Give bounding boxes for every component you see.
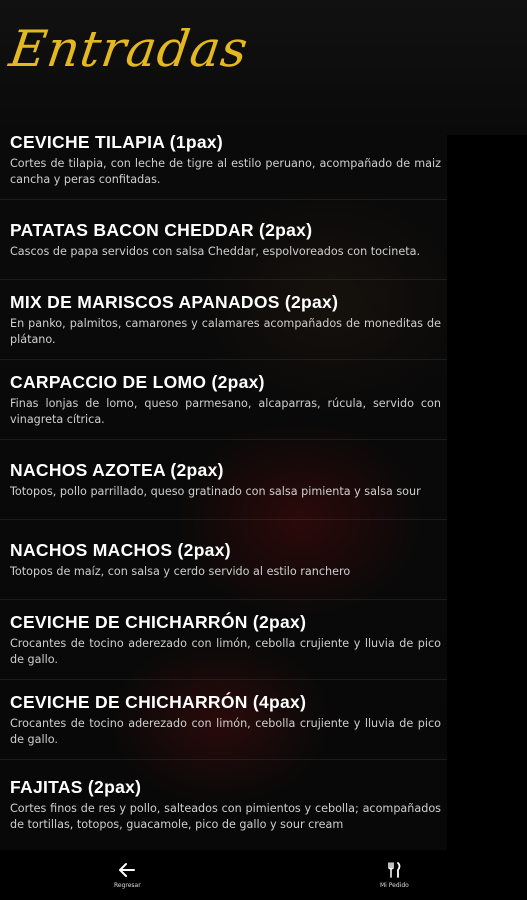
menu-item-description: Totopos, pollo parrillado, queso gratina… [10,484,421,498]
menu-item[interactable]: PATATAS BACON CHEDDAR (2pax) Cascos de p… [0,200,447,280]
menu-item[interactable]: NACHOS MACHOS (2pax) Totopos de maíz, co… [0,520,447,600]
menu-item[interactable]: CEVICHE DE CHICHARRÓN (2pax) Crocantes d… [0,600,447,680]
menu-list: CEVICHE TILAPIA (1pax) Cortes de tilapia… [0,120,447,850]
page-title: Entradas [5,20,253,78]
menu-item-description: Totopos de maíz, con salsa y cerdo servi… [10,564,351,578]
back-button-label: Regresar [114,882,141,889]
menu-item[interactable]: NACHOS AZOTEA (2pax) Totopos, pollo parr… [0,440,447,520]
menu-item[interactable]: MIX DE MARISCOS APANADOS (2pax) En panko… [0,280,447,360]
menu-item-name: CARPACCIO DE LOMO (2pax) [10,371,265,392]
menu-item-description: Cascos de papa servidos con salsa Chedda… [10,244,421,258]
menu-item-name: PATATAS BACON CHEDDAR (2pax) [10,219,313,240]
menu-item-description: En panko, palmitos, camarones y calamare… [10,316,441,346]
menu-item[interactable]: CARPACCIO DE LOMO (2pax) Finas lonjas de… [0,360,447,440]
menu-item[interactable]: CEVICHE TILAPIA (1pax) Cortes de tilapia… [0,120,447,200]
menu-item-name: CEVICHE DE CHICHARRÓN (4pax) [10,691,307,712]
menu-item-description: Cortes de tilapia, con leche de tigre al… [10,156,441,186]
arrow-left-icon [119,863,136,877]
menu-item-description: Cortes finos de res y pollo, salteados c… [10,802,441,831]
fork-knife-icon [388,862,401,878]
bottom-navigation: Regresar Mi Pedido [0,850,527,900]
menu-item-description: Crocantes de tocino aderezado con limón,… [10,636,441,666]
menu-item-name: MIX DE MARISCOS APANADOS (2pax) [10,291,339,312]
back-button[interactable]: Regresar [114,862,141,889]
my-order-button[interactable]: Mi Pedido [380,862,409,889]
menu-item-name: CEVICHE TILAPIA (1pax) [10,131,224,152]
menu-item-name: CEVICHE DE CHICHARRÓN (2pax) [10,611,307,632]
right-dark-strip [447,135,527,850]
menu-item[interactable]: FAJITAS (2pax) Cortes finos de res y pol… [0,760,447,850]
menu-item-description: Crocantes de tocino aderezado con limón,… [10,716,441,746]
menu-item-name: FAJITAS (2pax) [10,777,142,797]
my-order-button-label: Mi Pedido [380,882,409,889]
menu-item-description: Finas lonjas de lomo, queso parmesano, a… [10,396,441,426]
menu-item-name: NACHOS AZOTEA (2pax) [10,459,224,480]
menu-item[interactable]: CEVICHE DE CHICHARRÓN (4pax) Crocantes d… [0,680,447,760]
menu-item-name: NACHOS MACHOS (2pax) [10,539,231,560]
